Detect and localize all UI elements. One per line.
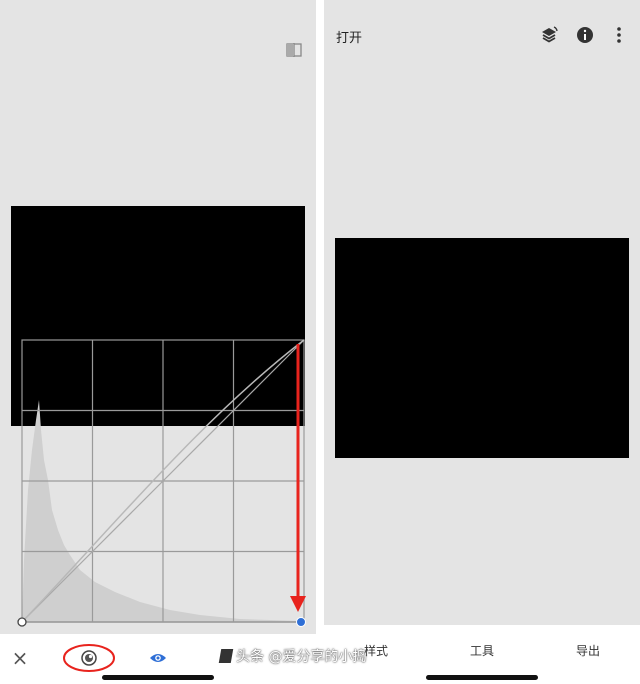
close-button[interactable]: × bbox=[8, 644, 32, 672]
histogram bbox=[22, 400, 300, 622]
curves-icon bbox=[63, 644, 115, 672]
tab-export[interactable]: 导出 bbox=[558, 642, 618, 659]
open-button[interactable]: 打开 bbox=[336, 27, 362, 46]
eye-button[interactable] bbox=[146, 644, 170, 672]
info-icon[interactable] bbox=[575, 25, 595, 45]
split-divider bbox=[316, 0, 324, 684]
tab-tools[interactable]: 工具 bbox=[452, 642, 512, 659]
curves-button[interactable] bbox=[62, 644, 116, 672]
top-toolbar: 打开 bbox=[324, 0, 640, 70]
more-vert-icon[interactable] bbox=[609, 25, 629, 45]
home-indicator bbox=[102, 675, 214, 680]
black-point-handle bbox=[17, 617, 27, 627]
eye-icon bbox=[150, 654, 166, 662]
layers-icon[interactable] bbox=[539, 25, 559, 45]
white-point-handle bbox=[296, 617, 306, 627]
watermark: 头条 @爱分享的小捣 bbox=[218, 646, 367, 666]
watermark-logo-icon bbox=[218, 649, 234, 663]
home-indicator bbox=[426, 675, 538, 680]
photo-canvas bbox=[335, 238, 629, 458]
main-editor-panel: 打开 样式 工具 导出 bbox=[324, 0, 640, 684]
compare-icon[interactable] bbox=[286, 43, 302, 57]
curves-editor-panel: × bbox=[0, 0, 316, 684]
watermark-text: 头条 @爱分享的小捣 bbox=[236, 649, 367, 665]
tone-curve-editor[interactable] bbox=[0, 330, 316, 630]
